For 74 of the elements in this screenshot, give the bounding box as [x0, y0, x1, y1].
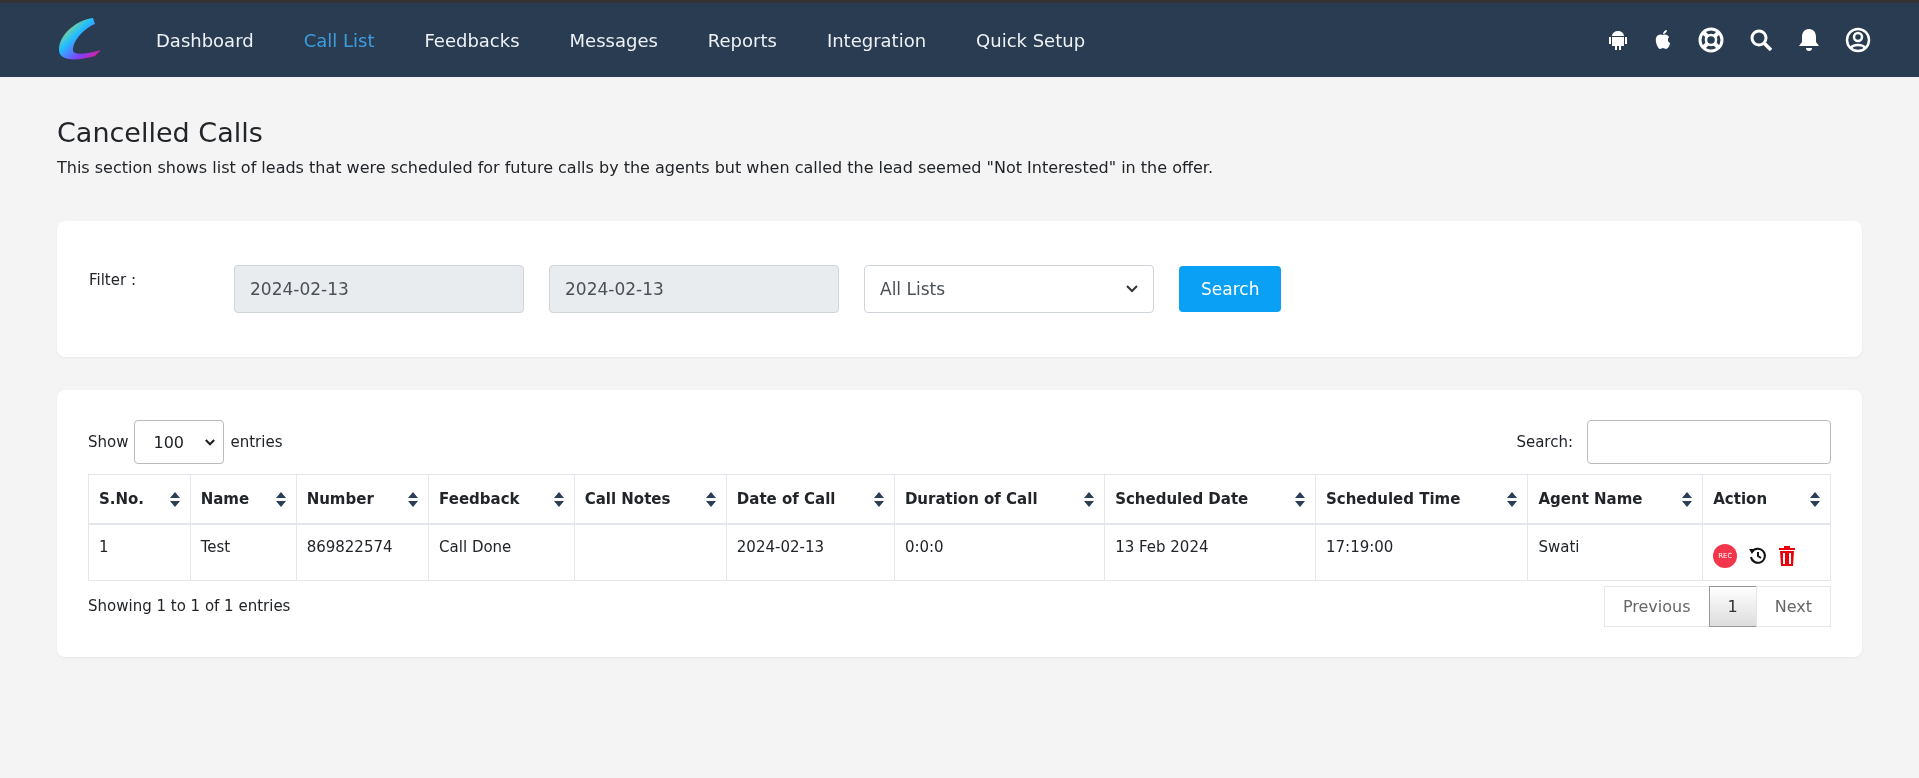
nav-link[interactable]: Feedbacks	[399, 29, 545, 51]
pagination-button[interactable]: Previous	[1603, 585, 1710, 627]
show-label: Show	[88, 433, 129, 451]
table-info: Showing 1 to 1 of 1 entries	[88, 597, 291, 615]
android-icon[interactable]	[1608, 29, 1628, 51]
column-title: Duration of Call	[904, 490, 1038, 508]
column-title: Action	[1713, 490, 1768, 508]
nav-link[interactable]: Integration	[801, 29, 952, 51]
nav-link[interactable]: Reports	[682, 29, 802, 51]
trash-icon[interactable]	[1779, 546, 1796, 566]
apple-icon[interactable]	[1653, 29, 1673, 51]
sort-icon[interactable]	[873, 491, 884, 507]
column-header[interactable]: Action	[1702, 474, 1831, 524]
sort-icon[interactable]	[275, 491, 286, 507]
end-date-field[interactable]: 2024-02-13	[549, 265, 839, 313]
sort-icon[interactable]	[408, 491, 419, 507]
user-icon[interactable]	[1845, 27, 1871, 53]
column-title: Number	[306, 490, 374, 508]
table-cell: 13 Feb 2024	[1104, 524, 1316, 580]
column-title: Call Notes	[584, 490, 671, 508]
sort-icon[interactable]	[1682, 491, 1693, 507]
column-title: Scheduled Time	[1326, 490, 1461, 508]
column-header[interactable]: Feedback	[428, 474, 575, 524]
table-cell: Swati	[1527, 524, 1703, 580]
table-cell: Test	[190, 524, 297, 580]
column-header[interactable]: Date of Call	[726, 474, 895, 524]
column-title: Name	[200, 490, 250, 508]
column-header[interactable]: Scheduled Time	[1315, 474, 1528, 524]
sort-icon[interactable]	[553, 491, 564, 507]
nav-link[interactable]: Dashboard	[131, 29, 279, 51]
nav-link[interactable]: Messages	[544, 29, 683, 51]
page-title: Cancelled Calls	[57, 117, 264, 148]
sort-icon[interactable]	[1084, 491, 1095, 507]
lifebuoy-icon[interactable]	[1698, 27, 1724, 53]
table-cell: 2024-02-13	[726, 524, 895, 580]
search-field[interactable]	[1587, 420, 1831, 464]
column-title: Date of Call	[736, 490, 836, 508]
bell-icon[interactable]	[1798, 28, 1820, 52]
table-cell: 17:19:00	[1315, 524, 1528, 580]
page-description: This section shows list of leads that were scheduled for future calls by the agents but when called the lead seemed "Not Interested" in the offer.	[57, 158, 1215, 177]
sort-icon[interactable]	[169, 491, 180, 507]
column-header[interactable]: Duration of Call	[894, 474, 1105, 524]
entries-label: entries	[230, 433, 283, 451]
column-header[interactable]: Name	[190, 474, 297, 524]
column-title: Scheduled Date	[1115, 490, 1249, 508]
filter-label: Filter :	[89, 270, 137, 289]
chevron-icon	[1126, 285, 1138, 293]
column-header[interactable]: Number	[296, 474, 429, 524]
history-icon[interactable]	[1748, 546, 1769, 566]
nav-link[interactable]: Call List	[278, 29, 400, 51]
page-size-dropdown[interactable]: 100	[134, 420, 225, 464]
column-header[interactable]: Call Notes	[574, 474, 727, 524]
search-icon[interactable]	[1749, 28, 1773, 52]
list-dropdown[interactable]: All Lists	[864, 265, 1154, 313]
table-cell: 869822574	[296, 524, 429, 580]
nav-link[interactable]: Quick Setup	[951, 29, 1111, 51]
column-header[interactable]: S.No.	[88, 474, 191, 524]
column-header[interactable]: Agent Name	[1527, 474, 1703, 524]
column-header[interactable]: Scheduled Date	[1104, 474, 1316, 524]
chevron-icon	[205, 438, 216, 446]
start-date-field[interactable]: 2024-02-13	[234, 265, 524, 313]
sort-icon[interactable]	[1810, 491, 1820, 507]
column-title: Feedback	[439, 490, 520, 508]
sort-icon[interactable]	[1507, 491, 1518, 507]
sort-icon[interactable]	[705, 491, 716, 507]
pagination-button[interactable]: 1	[1708, 585, 1757, 627]
table-cell: 0:0:0	[894, 524, 1105, 580]
search-label: Search:	[1516, 433, 1573, 451]
pagination-button[interactable]: Next	[1755, 585, 1831, 627]
table-cell: Call Done	[428, 524, 575, 580]
sort-icon[interactable]	[1295, 491, 1305, 507]
table-cell: 1	[88, 524, 191, 580]
column-title: Agent Name	[1538, 490, 1643, 508]
column-title: S.No.	[99, 490, 145, 508]
